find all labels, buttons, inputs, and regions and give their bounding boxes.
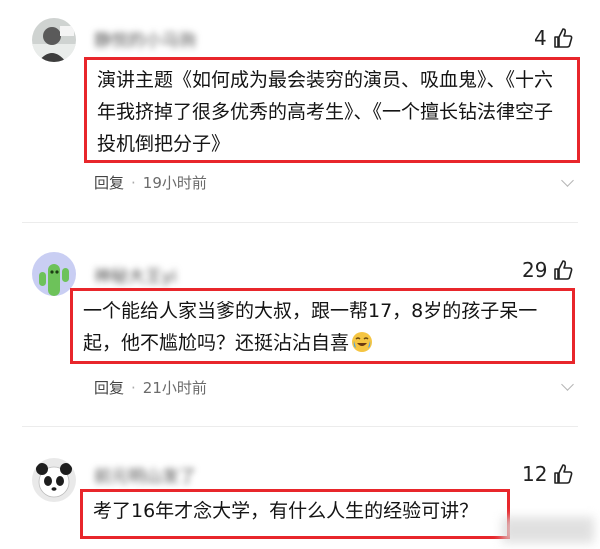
like-button[interactable]: 12 — [522, 462, 573, 486]
highlighted-comment-text: 考了16年才念大学，有什么人生的经验可讲？ — [80, 489, 510, 539]
watermark — [502, 517, 594, 543]
thumbs-up-icon — [554, 464, 573, 484]
comment-3: 前元明山发了 12 考了16年才念大学，有什么人生的经验可讲？ — [0, 0, 600, 549]
username[interactable]: 前元明山发了 — [94, 462, 196, 487]
like-count: 12 — [522, 462, 548, 486]
panda-avatar-icon[interactable] — [32, 458, 76, 502]
